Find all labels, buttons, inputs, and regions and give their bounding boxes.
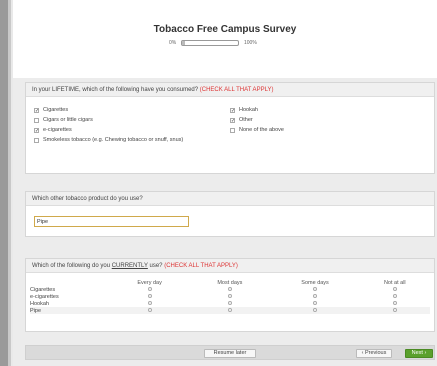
option-right-0[interactable]: ✓ Hookah: [230, 107, 350, 114]
radio-button[interactable]: [392, 307, 397, 312]
question-lifetime-prompt: In your LIFETIME, which of the following…: [26, 83, 434, 97]
grid-column-header: Not at all: [383, 279, 406, 286]
radio-button[interactable]: [392, 286, 397, 291]
grid-cell: [271, 293, 360, 300]
option-label: e-cigarettes: [43, 127, 72, 133]
previous-button[interactable]: ‹ Previous: [356, 349, 392, 358]
grid-row-label: Cigarettes: [30, 286, 56, 293]
question-current-use-prompt: Which of the following do you CURRENTLY …: [26, 259, 434, 273]
option-right-1[interactable]: ✓ Other: [230, 117, 350, 124]
radio-button[interactable]: [227, 307, 232, 312]
option-left-0[interactable]: ✓ Cigarettes: [34, 107, 209, 114]
window-left-edge-inner: [8, 0, 11, 366]
grid-cell: [110, 307, 190, 314]
option-left-3[interactable]: Smokeless tobacco (e.g. Chewing tobacco …: [34, 137, 209, 144]
grid-cell: [189, 300, 270, 307]
radio-button[interactable]: [227, 300, 232, 305]
radio-button[interactable]: [313, 300, 318, 305]
grid-cell: [189, 286, 270, 293]
checkbox[interactable]: ✓: [34, 108, 39, 114]
grid-cell: [110, 293, 189, 300]
radio-button[interactable]: [313, 307, 318, 312]
grid-cell: [271, 286, 360, 293]
radio-button[interactable]: [313, 286, 318, 291]
resume-later-button[interactable]: Resume later: [204, 349, 256, 358]
checkbox[interactable]: [230, 128, 235, 133]
grid-column-header: Most days: [217, 279, 243, 286]
checkbox[interactable]: ✓: [34, 128, 39, 134]
other-product-input[interactable]: [34, 216, 189, 227]
grid-cell: [189, 293, 270, 300]
option-label: Cigarettes: [43, 107, 69, 113]
survey-title: Tobacco Free Campus Survey: [153, 24, 297, 35]
grid-row-label: e-cigarettes: [30, 293, 59, 300]
progress-track: [181, 40, 239, 46]
option-label: Cigars or little cigars: [43, 117, 93, 123]
grid-cell: [360, 300, 430, 307]
survey-footer: Resume later ‹ Previous Next ›: [25, 345, 435, 360]
grid-cell: [360, 286, 430, 293]
grid-cell: [110, 300, 189, 307]
question-lifetime: In your LIFETIME, which of the following…: [25, 82, 435, 174]
progress-start-label: 0%: [169, 40, 177, 46]
radio-button[interactable]: [227, 286, 232, 291]
question-other-product: Which other tobacco product do you use?: [25, 191, 435, 237]
grid-corner: [30, 279, 110, 286]
grid-row: e-cigarettes: [30, 293, 430, 300]
next-button[interactable]: Next ›: [405, 349, 433, 358]
checkbox[interactable]: [34, 138, 39, 143]
progress-end-label: 100%: [244, 40, 257, 46]
grid-cell: [110, 286, 189, 293]
grid-cell: [360, 293, 430, 300]
grid-row: Cigarettes: [30, 286, 430, 293]
grid-row-label: Pipe: [30, 307, 110, 314]
checkbox[interactable]: ✓: [230, 118, 235, 124]
option-label: None of the above: [239, 127, 284, 133]
grid-row: Hookah: [30, 300, 430, 307]
checkbox[interactable]: ✓: [230, 108, 235, 114]
radio-button[interactable]: [392, 293, 397, 298]
grid-row-label: Hookah: [30, 300, 49, 307]
current-use-grid: Every day Most days Some days Not at all Ci…: [30, 279, 430, 314]
option-right-2[interactable]: None of the above: [230, 127, 350, 134]
radio-button[interactable]: [147, 300, 152, 305]
progress-fill: [182, 41, 185, 45]
grid-cell: [271, 300, 360, 307]
grid-header-row: Every day Most days Some days Not at all: [30, 279, 430, 286]
radio-button[interactable]: [147, 286, 152, 291]
option-label: Other: [239, 117, 253, 123]
radio-button[interactable]: [147, 293, 152, 298]
grid-column-header: Every day: [137, 279, 162, 286]
grid-row: Pipe: [30, 307, 430, 314]
option-label: Hookah: [239, 107, 258, 113]
option-left-1[interactable]: Cigars or little cigars: [34, 117, 209, 124]
question-other-product-prompt: Which other tobacco product do you use?: [26, 192, 434, 206]
grid-cell: [189, 307, 271, 314]
grid-column-header: Some days: [301, 279, 329, 286]
radio-button[interactable]: [147, 307, 152, 312]
survey-header: Tobacco Free Campus Survey 0% 100%: [13, 0, 437, 78]
option-left-2[interactable]: ✓ e-cigarettes: [34, 127, 209, 134]
radio-button[interactable]: [227, 293, 232, 298]
grid-cell: [270, 307, 360, 314]
question-current-use: Which of the following do you CURRENTLY …: [25, 258, 435, 332]
checkbox[interactable]: [34, 118, 39, 123]
radio-button[interactable]: [313, 293, 318, 298]
option-label: Smokeless tobacco (e.g. Chewing tobacco …: [43, 137, 184, 143]
radio-button[interactable]: [392, 300, 397, 305]
window-left-edge: [0, 0, 8, 366]
grid-cell: [359, 307, 430, 314]
